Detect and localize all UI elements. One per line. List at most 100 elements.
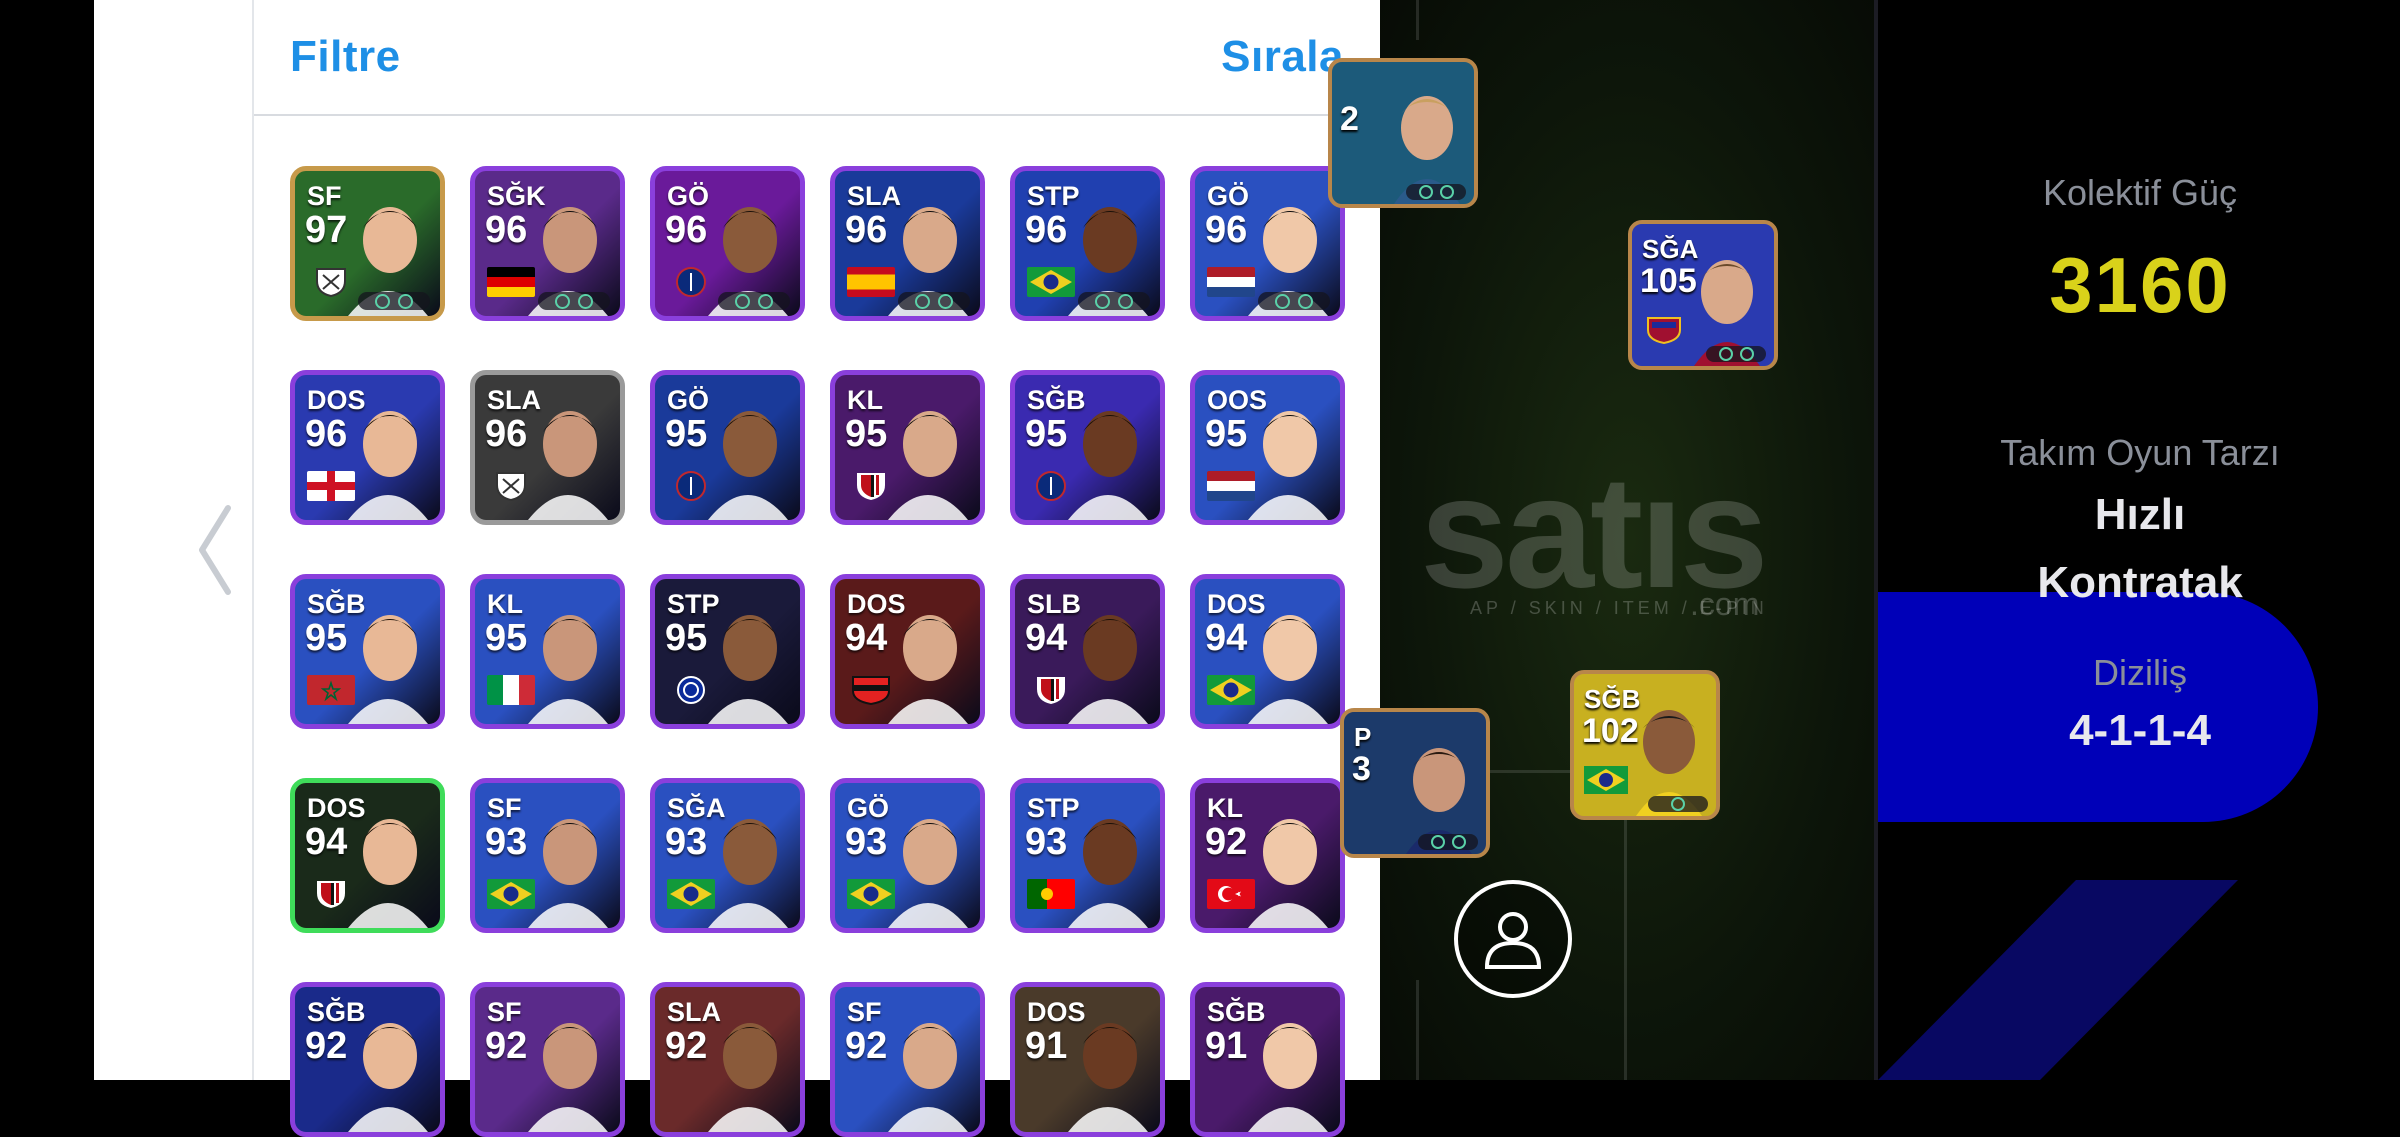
club-white-flag-icon — [496, 472, 526, 501]
collective-strength-label: Kolektif Güç — [2042, 172, 2238, 213]
slot-position: P — [1354, 722, 1372, 752]
card-rating: 94 — [1025, 617, 1068, 659]
skill-indicator — [1078, 292, 1150, 310]
card-position: DOS — [307, 385, 366, 415]
filter-button[interactable]: Filtre — [290, 32, 401, 82]
player-card[interactable]: SĞB 95 — [1010, 370, 1165, 525]
card-rating: 97 — [305, 209, 348, 251]
player-list: Filtre Sırala SF 97 SĞK 96 GÖ 96 SLA 96 STP 96 GÖ 9… — [254, 0, 1380, 1137]
england-flag-icon — [307, 471, 355, 501]
player-card[interactable]: OOS 95 — [1190, 370, 1345, 525]
player-card[interactable]: DOS 94 — [1190, 574, 1345, 729]
team-play-style-label: Takım Oyun Tarzı — [2000, 432, 2280, 473]
field-player-slot[interactable]: P 3 — [1340, 708, 1490, 858]
card-position: GÖ — [667, 385, 710, 415]
player-card[interactable]: GÖ 95 — [650, 370, 805, 525]
portugal-flag-icon — [1027, 879, 1075, 909]
player-card[interactable]: SF 92 — [830, 982, 985, 1137]
player-card[interactable]: GÖ 93 — [830, 778, 985, 933]
player-card[interactable]: SF 97 — [290, 166, 445, 321]
club-badge-icon — [1647, 317, 1681, 344]
card-position: DOS — [847, 589, 906, 619]
card-rating: 94 — [305, 821, 348, 863]
player-card[interactable]: SĞB 95 — [290, 574, 445, 729]
player-card[interactable]: DOS 96 — [290, 370, 445, 525]
skill-indicator — [1706, 346, 1766, 362]
card-position: SĞB — [1207, 997, 1266, 1027]
field-player-slot[interactable]: 2 — [1328, 58, 1478, 208]
inter-flag-icon — [677, 676, 705, 704]
player-portrait — [528, 615, 608, 724]
sort-button[interactable]: Sırala — [1221, 32, 1344, 82]
brazil-flag-icon — [1027, 267, 1075, 297]
card-position: SF — [487, 997, 522, 1027]
card-rating: 95 — [485, 617, 528, 659]
player-card[interactable]: SĞA 93 — [650, 778, 805, 933]
player-card[interactable]: DOS 94 — [290, 778, 445, 933]
skill-indicator — [1406, 184, 1466, 200]
team-play-style-value-2: Kontratak — [2037, 558, 2243, 607]
brazil-flag-icon — [847, 879, 895, 909]
player-card[interactable]: STP 95 — [650, 574, 805, 729]
field-player-slot[interactable]: SĞB 102 — [1570, 670, 1720, 820]
skill-indicator — [718, 292, 790, 310]
card-position: DOS — [1027, 997, 1086, 1027]
player-card[interactable]: GÖ 96 — [1190, 166, 1345, 321]
player-card[interactable]: SLA 92 — [650, 982, 805, 1137]
netherlands-flag-icon — [1207, 267, 1255, 297]
club-white-flag-icon — [316, 268, 346, 297]
collective-strength-value: 3160 — [2049, 241, 2231, 329]
player-card[interactable]: GÖ 96 — [650, 166, 805, 321]
player-card[interactable]: SĞB 91 — [1190, 982, 1345, 1137]
player-card-grid: SF 97 SĞK 96 GÖ 96 SLA 96 STP 96 GÖ 96 DOS 96 SLA 96 GÖ 9… — [290, 166, 1346, 1137]
player-card[interactable]: DOS 94 — [830, 574, 985, 729]
formation-value[interactable]: 4-1-1-4 — [1880, 706, 2400, 756]
card-rating: 95 — [305, 617, 348, 659]
card-position: SF — [487, 793, 522, 823]
player-card[interactable]: SĞB 92 — [290, 982, 445, 1137]
card-rating: 92 — [305, 1025, 348, 1067]
card-rating: 95 — [665, 617, 708, 659]
milan-flag-icon — [317, 881, 345, 908]
player-card[interactable]: SĞK 96 — [470, 166, 625, 321]
card-rating: 93 — [1025, 821, 1068, 863]
milan-flag-icon — [1037, 677, 1065, 704]
player-card[interactable]: STP 93 — [1010, 778, 1165, 933]
player-card[interactable]: KL 95 — [470, 574, 625, 729]
skill-indicator — [1258, 292, 1330, 310]
field-player-slot[interactable]: SĞA 105 — [1628, 220, 1778, 370]
player-portrait — [1248, 819, 1328, 928]
player-card[interactable]: KL 92 — [1190, 778, 1345, 933]
card-rating: 96 — [305, 413, 348, 455]
card-rating: 92 — [665, 1025, 708, 1067]
back-button[interactable] — [192, 500, 242, 600]
player-portrait — [888, 1023, 968, 1132]
player-card[interactable]: SF 93 — [470, 778, 625, 933]
player-card[interactable]: SLA 96 — [830, 166, 985, 321]
user-profile-button[interactable] — [1454, 880, 1572, 998]
player-card[interactable]: KL 95 — [830, 370, 985, 525]
card-rating: 95 — [665, 413, 708, 455]
morocco-flag-icon — [307, 675, 355, 705]
card-position: KL — [487, 589, 523, 619]
brazil-flag-icon — [1584, 766, 1628, 794]
player-portrait — [708, 411, 788, 520]
card-rating: 93 — [665, 821, 708, 863]
card-rating: 96 — [665, 209, 708, 251]
player-card[interactable]: SLB 94 — [1010, 574, 1165, 729]
card-rating: 92 — [845, 1025, 888, 1067]
player-card[interactable]: DOS 91 — [1010, 982, 1165, 1137]
card-position: SLA — [667, 997, 721, 1027]
psg-flag-icon — [676, 471, 706, 501]
card-rating: 95 — [845, 413, 888, 455]
player-card[interactable]: STP 96 — [1010, 166, 1165, 321]
player-portrait — [888, 819, 968, 928]
player-card[interactable]: SF 92 — [470, 982, 625, 1137]
card-position: SĞK — [487, 181, 546, 211]
card-position: SF — [307, 181, 342, 211]
player-card[interactable]: SLA 96 — [470, 370, 625, 525]
card-rating: 93 — [845, 821, 888, 863]
card-position: GÖ — [1207, 181, 1250, 211]
card-position: GÖ — [847, 793, 890, 823]
card-rating: 94 — [845, 617, 888, 659]
